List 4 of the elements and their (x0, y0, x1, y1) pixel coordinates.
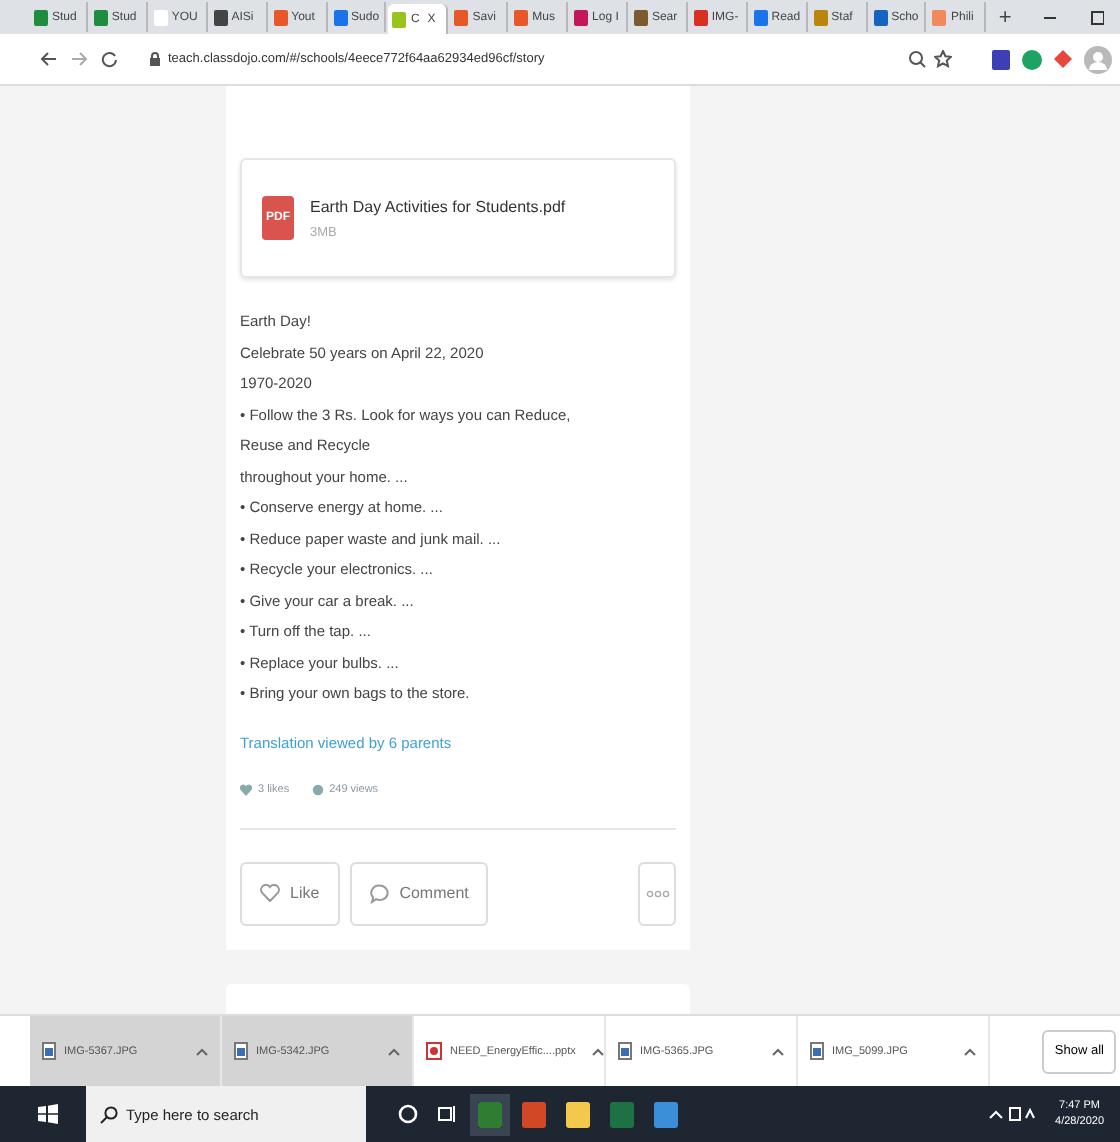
comment-button[interactable]: Comment (349, 861, 489, 925)
like-button[interactable]: Like (240, 861, 340, 925)
attachment-name: Earth Day Activities for Students.pdf (310, 197, 566, 215)
new-tab-button[interactable]: + (988, 5, 1022, 29)
